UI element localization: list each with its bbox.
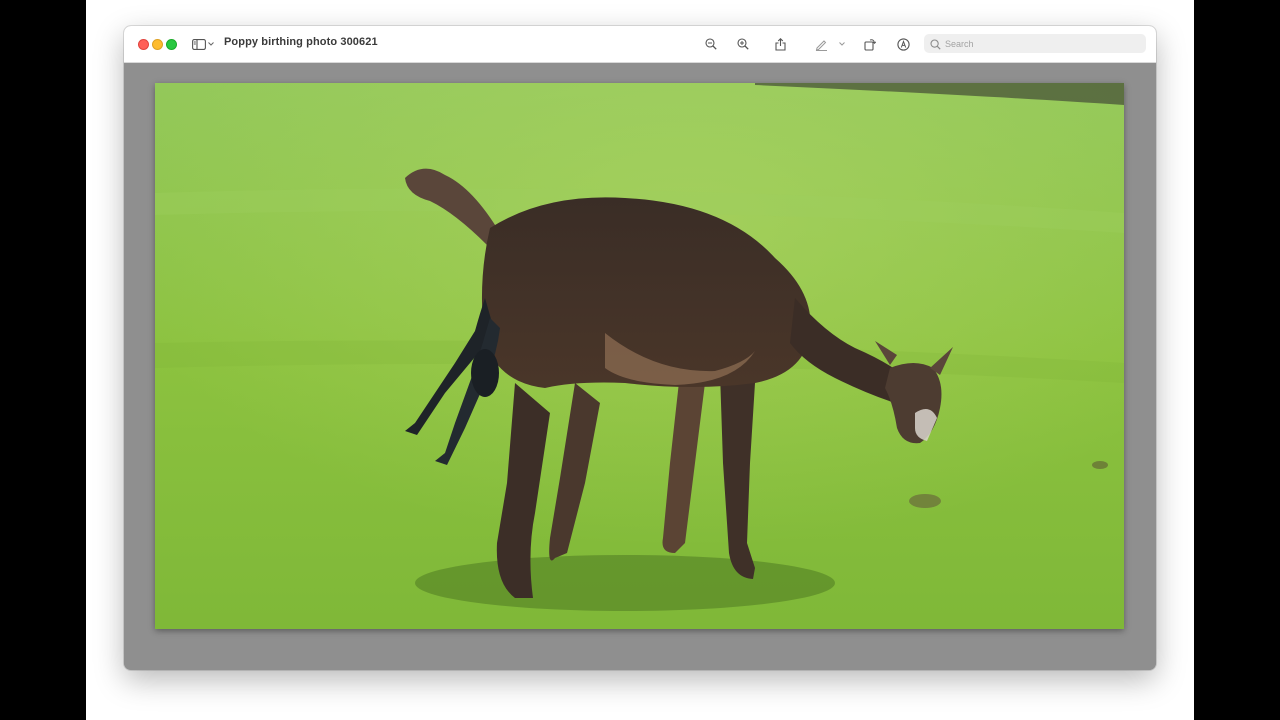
title-bar: Poppy birthing photo 300621: [124, 26, 1156, 63]
rotate-icon: [864, 38, 876, 51]
search-input[interactable]: [945, 35, 1140, 52]
annotate-button[interactable]: [894, 34, 912, 54]
share-icon: [774, 37, 786, 51]
zoom-out-button[interactable]: [702, 34, 720, 54]
preview-window: Poppy birthing photo 300621: [124, 26, 1156, 670]
minimize-button[interactable]: [152, 39, 163, 50]
chevron-down-icon: [208, 42, 214, 46]
photo-image: [155, 83, 1124, 629]
zoom-button[interactable]: [166, 39, 177, 50]
share-button[interactable]: [771, 34, 789, 54]
sidebar-icon: [192, 38, 206, 50]
chevron-down-icon: [839, 42, 845, 46]
zoom-in-button[interactable]: [734, 34, 752, 54]
search-icon: [930, 37, 941, 55]
window-title: Poppy birthing photo 300621: [224, 36, 378, 48]
annotate-icon: [896, 37, 910, 51]
document-area: [124, 63, 1156, 670]
rotate-button[interactable]: [861, 34, 879, 54]
markup-pen-icon: [815, 38, 828, 51]
sidebar-toggle-button[interactable]: [190, 34, 216, 54]
close-button[interactable]: [138, 39, 149, 50]
zoom-out-icon: [705, 38, 717, 50]
search-field[interactable]: [924, 34, 1146, 53]
markup-button[interactable]: [812, 34, 848, 54]
zoom-in-icon: [737, 38, 749, 50]
